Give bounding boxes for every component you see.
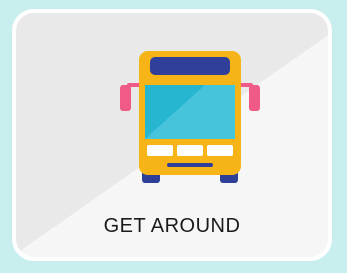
card-label: GET AROUND — [103, 215, 241, 237]
bus-icon — [120, 51, 260, 183]
page-background: GET AROUND — [0, 0, 347, 273]
get-around-card[interactable]: GET AROUND — [12, 9, 332, 261]
